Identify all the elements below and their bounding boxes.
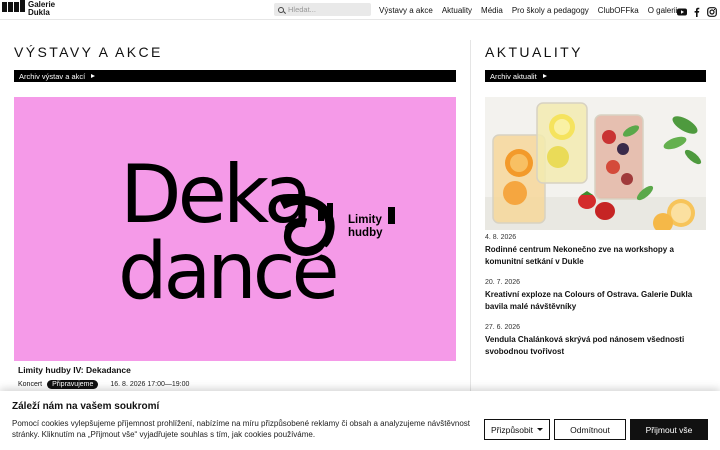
- news-title[interactable]: Rodinné centrum Nekonečno zve na worksho…: [485, 244, 706, 268]
- news-title[interactable]: Kreativní exploze na Colours of Ostrava.…: [485, 289, 706, 313]
- news-drinks-image[interactable]: [485, 97, 706, 230]
- galerie-dukla-logo[interactable]: Galerie Dukla: [2, 0, 55, 18]
- logo-text-line2: Dukla: [28, 8, 50, 17]
- reject-button[interactable]: Odmítnout: [554, 419, 626, 440]
- search-box[interactable]: [274, 3, 371, 16]
- column-divider: [470, 40, 471, 400]
- top-navigation-bar: Galerie Dukla Výstavy a akce Aktuality M…: [0, 0, 720, 20]
- nav-item-aktuality[interactable]: Aktuality: [442, 6, 472, 15]
- poster-bar-1: [318, 207, 324, 221]
- search-icon: [278, 6, 284, 13]
- drinks-illustration: [485, 97, 706, 230]
- news-column: AKTUALITY Archiv aktualit 4. 8. 2026 Rod…: [485, 20, 706, 356]
- news-date: 4. 8. 2026: [485, 234, 517, 241]
- news-title[interactable]: Vendula Chalánková skrývá pod nánosem vš…: [485, 334, 706, 358]
- social-links: [677, 4, 717, 17]
- news-item[interactable]: 20. 7. 2026 Kreativní exploze na Colours…: [485, 279, 706, 313]
- event-poster-image[interactable]: Deka dance Limity hudby: [14, 97, 456, 361]
- section-heading-exhibitions: VÝSTAVY A AKCE: [14, 44, 163, 60]
- cookie-text: Pomocí cookies vylepšujeme příjemnost pr…: [12, 419, 471, 439]
- poster-word-line2: dance: [118, 227, 336, 317]
- section-heading-news: AKTUALITY: [485, 44, 583, 60]
- nav-item-cluboffka[interactable]: ClubOFFka: [598, 6, 639, 15]
- dekadance-poster-artwork: Deka dance Limity hudby: [118, 148, 395, 317]
- poster-bar-3: [388, 207, 395, 224]
- youtube-icon[interactable]: [677, 4, 687, 16]
- archive-exhibitions-link[interactable]: Archiv výstav a akcí: [14, 70, 456, 82]
- event-status-badge: Připravujeme: [47, 380, 99, 389]
- cookie-consent-banner: Záleží nám na vašem soukromí Pomocí cook…: [0, 391, 720, 450]
- arrow-right-icon: [542, 74, 547, 78]
- chevron-down-icon: [537, 428, 544, 431]
- poster-bar-2: [327, 203, 333, 221]
- nav-item-media[interactable]: Média: [481, 6, 503, 15]
- accept-all-button[interactable]: Přijmout vše: [630, 419, 708, 440]
- event-title[interactable]: Limity hudby IV: Dekadance: [18, 365, 131, 375]
- instagram-icon[interactable]: [707, 4, 717, 17]
- nav-item-o-galerii[interactable]: O galerii: [648, 6, 678, 15]
- news-item[interactable]: 27. 6. 2026 Vendula Chalánková skrývá po…: [485, 324, 706, 358]
- event-meta: Koncert Připravujeme 16. 8. 2026 17:00—1…: [18, 380, 189, 389]
- archive-news-link[interactable]: Archiv aktualit: [485, 70, 706, 82]
- poster-subtitle-line1: Limity: [348, 214, 382, 226]
- cookie-title: Záleží nám na vašem soukromí: [12, 401, 160, 412]
- archive-news-label: Archiv aktualit: [490, 71, 537, 81]
- facebook-icon[interactable]: [692, 4, 702, 17]
- news-date: 27. 6. 2026: [485, 324, 521, 331]
- main-nav: Výstavy a akce Aktuality Média Pro školy…: [379, 0, 686, 20]
- nav-item-pro-skoly[interactable]: Pro školy a pedagogy: [512, 6, 589, 15]
- news-item[interactable]: 4. 8. 2026 Rodinné centrum Nekonečno zve…: [485, 234, 706, 268]
- customize-label: Přizpůsobit: [490, 424, 534, 435]
- nav-item-vystavy-a-akce[interactable]: Výstavy a akce: [379, 6, 433, 15]
- search-input[interactable]: [288, 5, 368, 14]
- logo-mark-icon: [2, 0, 25, 12]
- news-date: 20. 7. 2026: [485, 279, 521, 286]
- event-date: 16. 8. 2026 17:00—19:00: [110, 381, 190, 388]
- customize-button[interactable]: Přizpůsobit: [484, 419, 550, 440]
- exhibitions-column: VÝSTAVY A AKCE Archiv výstav a akcí Deka…: [14, 20, 456, 389]
- event-category: Koncert: [18, 381, 43, 388]
- arrow-right-icon: [91, 74, 96, 78]
- archive-exhibitions-label: Archiv výstav a akcí: [19, 71, 86, 81]
- poster-subtitle-line2: hudby: [348, 227, 383, 239]
